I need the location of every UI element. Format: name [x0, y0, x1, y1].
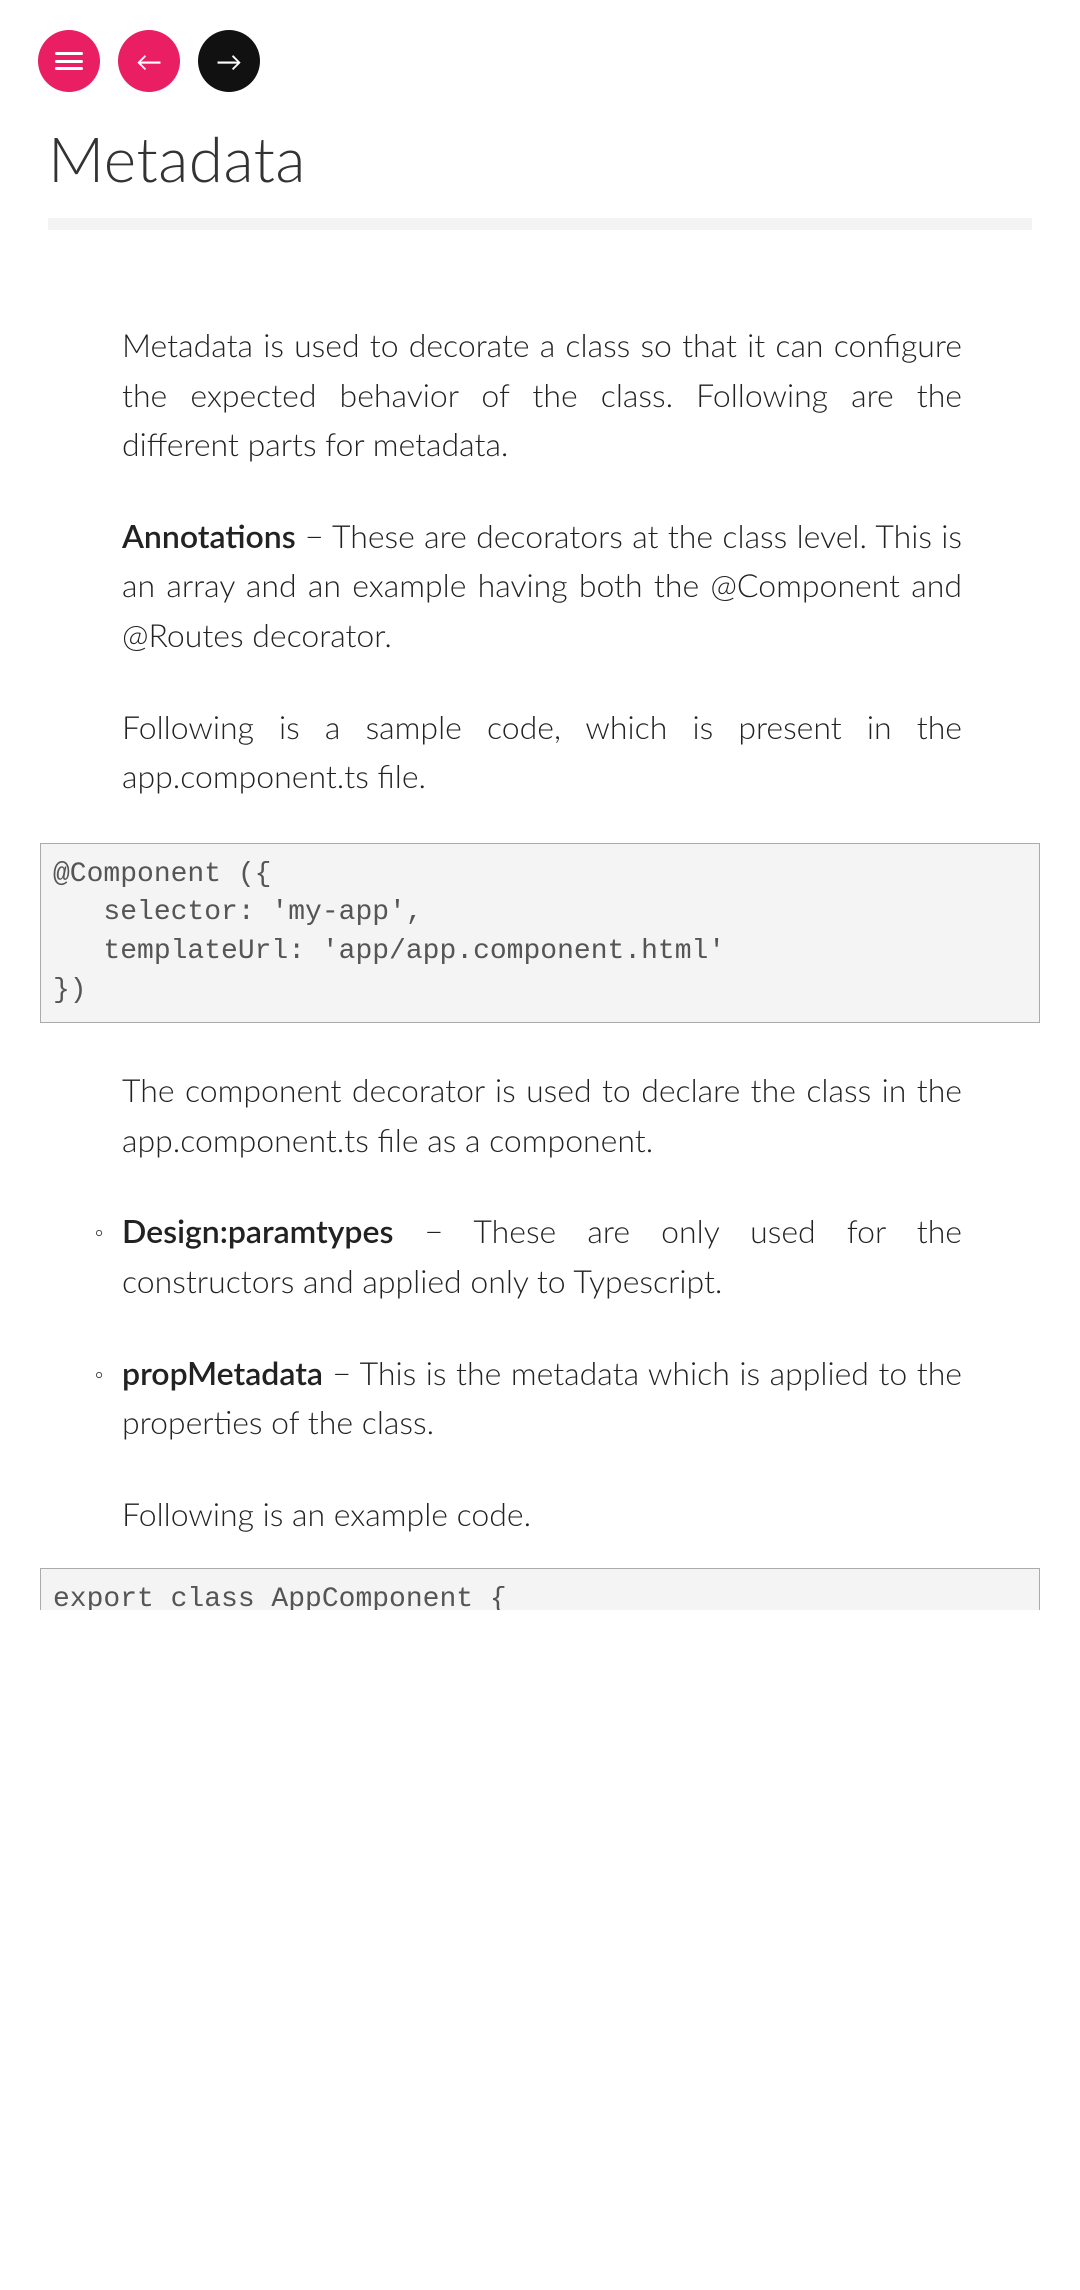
annotations-label: Annotations [122, 516, 296, 555]
component-decorator-paragraph: The component decorator is used to decla… [122, 1065, 962, 1164]
menu-button[interactable] [38, 30, 100, 92]
list-item-propmetadata: ◦ propMetadata − This is the metadata wh… [122, 1348, 962, 1447]
article-body: Metadata is used to decorate a class so … [0, 320, 1080, 801]
arrow-right-icon: → [216, 48, 242, 74]
prev-button[interactable]: ← [118, 30, 180, 92]
code-block-component: @Component ({ selector: 'my-app', templa… [40, 843, 1040, 1024]
example-intro-paragraph: Following is an example code. [122, 1489, 962, 1539]
bullet-icon: ◦ [94, 1212, 104, 1252]
intro-paragraph: Metadata is used to decorate a class so … [122, 320, 962, 469]
title-divider [48, 218, 1032, 230]
top-nav: ← → [0, 0, 1080, 92]
propmetadata-label: propMetadata [122, 1353, 323, 1392]
sample-intro-paragraph: Following is a sample code, which is pre… [122, 702, 962, 801]
annotations-paragraph: Annotations − These are decorators at th… [122, 511, 962, 660]
next-button[interactable]: → [198, 30, 260, 92]
bullet-icon: ◦ [94, 1354, 104, 1394]
list-item-paramtypes: ◦ Design:paramtypes − These are only use… [122, 1206, 962, 1305]
article-body-2: The component decorator is used to decla… [0, 1065, 1080, 1538]
hamburger-icon [55, 52, 83, 70]
bottom-spacer [0, 1610, 1080, 2290]
paramtypes-label: Design:paramtypes [122, 1211, 393, 1250]
arrow-left-icon: ← [136, 48, 162, 74]
page-title: Metadata [48, 122, 1032, 196]
code-block-export: export class AppComponent { [40, 1568, 1040, 1610]
